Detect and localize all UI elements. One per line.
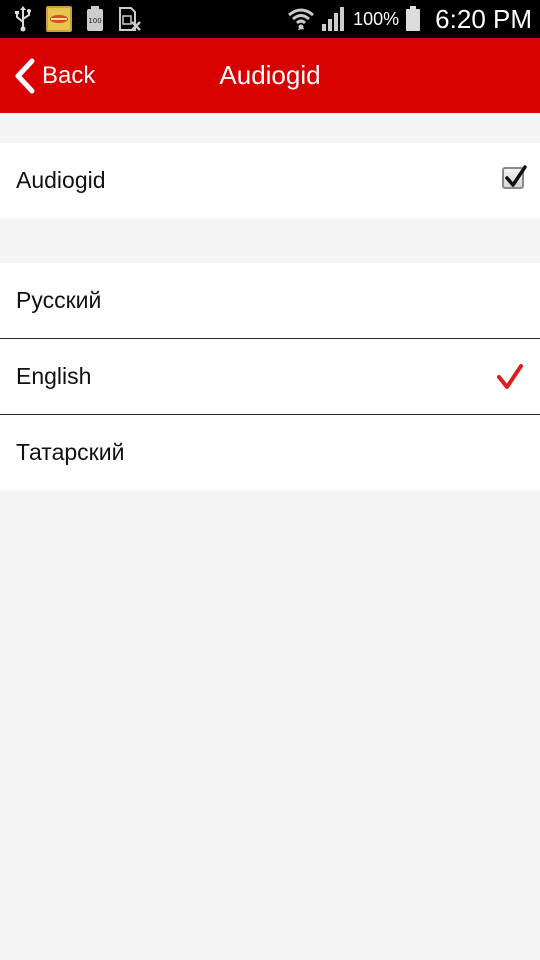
wifi-icon	[287, 5, 315, 33]
svg-text:100: 100	[88, 17, 101, 25]
app-notification-icon	[46, 5, 72, 33]
language-label: English	[16, 363, 92, 389]
clock: 6:20 PM	[435, 3, 532, 34]
back-button[interactable]: Back	[12, 56, 95, 96]
selected-check-icon	[497, 364, 523, 389]
back-button-label: Back	[42, 62, 96, 89]
chevron-left-icon	[15, 58, 35, 94]
battery-percent: 100%	[353, 8, 400, 29]
usb-icon	[14, 5, 32, 33]
language-option-russian[interactable]: Русский	[0, 263, 540, 338]
audiogid-toggle-label: Audiogid	[16, 167, 106, 193]
status-system: 100% 6:20 PM	[287, 2, 532, 36]
signal-icon	[321, 5, 347, 33]
status-bar: 100 100% 6:20 PM	[0, 0, 540, 38]
battery-icon	[405, 5, 421, 33]
language-label: Татарский	[16, 439, 125, 465]
sim-missing-icon	[118, 5, 142, 33]
status-notifications: 100	[14, 4, 142, 34]
language-option-english[interactable]: English	[0, 339, 540, 414]
screen: 100 100% 6:20 PM Back Audiogid Audiogid …	[0, 0, 540, 960]
audiogid-checkbox[interactable]	[502, 165, 527, 189]
checkmark-icon	[505, 165, 527, 187]
app-header: Back Audiogid	[0, 38, 540, 113]
language-label: Русский	[16, 287, 102, 313]
battery-100-notification-icon: 100	[86, 5, 104, 33]
language-option-tatar[interactable]: Татарский	[0, 415, 540, 490]
audiogid-toggle-row[interactable]: Audiogid	[0, 143, 540, 218]
